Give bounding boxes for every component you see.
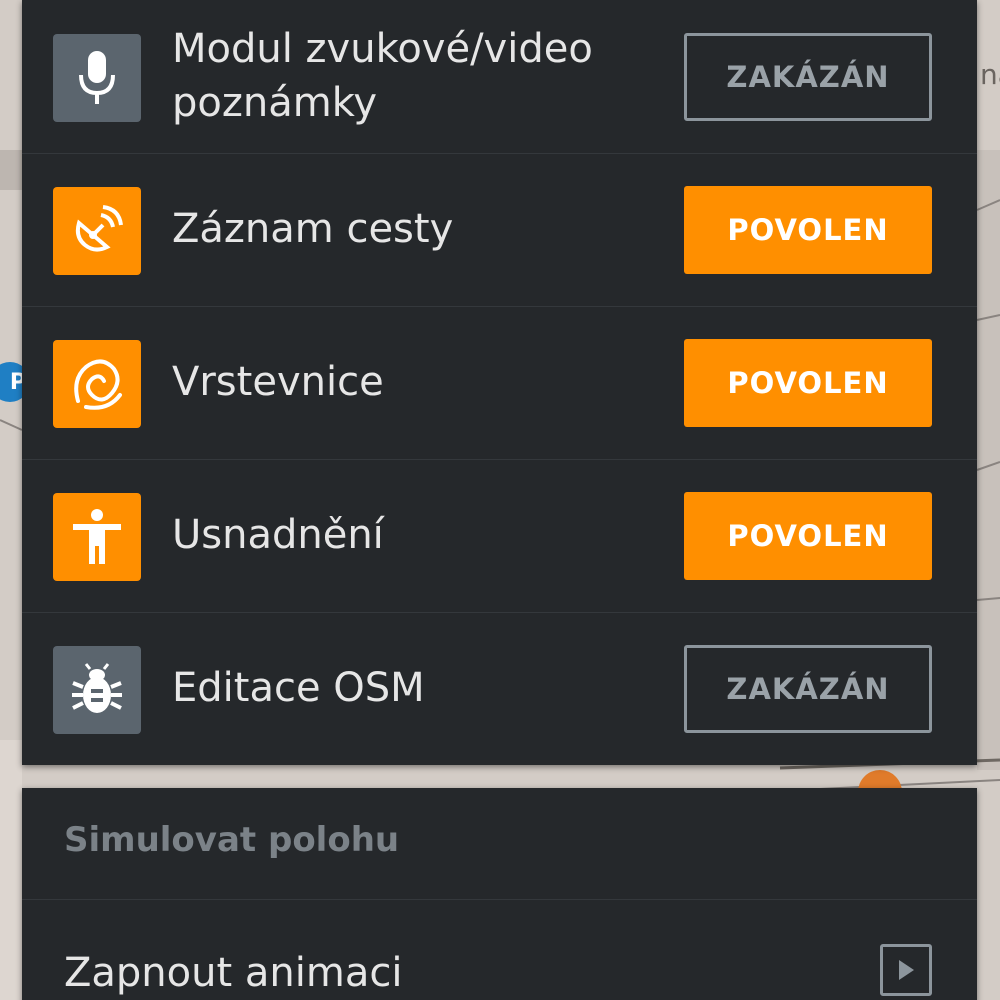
plugin-state-button[interactable]: POVOLEN — [684, 492, 932, 580]
plugin-state-button[interactable]: POVOLEN — [684, 339, 932, 427]
plugin-row-contour-lines[interactable]: Vrstevnice POVOLEN — [22, 306, 977, 458]
plugin-label: Modul zvukové/video poznámky — [172, 26, 593, 126]
map-street-label: na — [980, 58, 1000, 91]
plugin-row-audio-video-notes[interactable]: Modul zvukové/video poznámky ZAKÁZÁN — [22, 0, 977, 152]
plugin-state-button[interactable]: POVOLEN — [684, 186, 932, 274]
plugin-label: Záznam cesty — [172, 206, 454, 252]
plugin-row-trip-recording[interactable]: Záznam cesty POVOLEN — [22, 153, 977, 305]
plugin-label: Usnadnění — [172, 512, 384, 558]
enable-animation-item[interactable]: Zapnout animaci — [22, 900, 977, 1000]
plugin-row-accessibility[interactable]: Usnadnění POVOLEN — [22, 459, 977, 611]
plugin-label: Editace OSM — [172, 665, 425, 711]
contour-lines-icon — [53, 340, 141, 428]
satellite-dish-icon — [53, 187, 141, 275]
enable-animation-label: Zapnout animaci — [64, 950, 403, 996]
simulate-location-panel: Simulovat polohu Zapnout animaci — [22, 788, 977, 1000]
microphone-icon — [53, 34, 141, 122]
plugin-label: Vrstevnice — [172, 359, 384, 405]
plugins-panel: Modul zvukové/video poznámky ZAKÁZÁN Záz… — [22, 0, 977, 765]
plugin-state-button[interactable]: ZAKÁZÁN — [684, 33, 932, 121]
plugin-row-osm-editing[interactable]: Editace OSM ZAKÁZÁN — [22, 612, 977, 764]
bug-icon — [53, 646, 141, 734]
section-header: Simulovat polohu — [64, 820, 400, 860]
plugin-state-button[interactable]: ZAKÁZÁN — [684, 645, 932, 733]
accessibility-person-icon — [53, 493, 141, 581]
play-icon[interactable] — [880, 944, 932, 996]
